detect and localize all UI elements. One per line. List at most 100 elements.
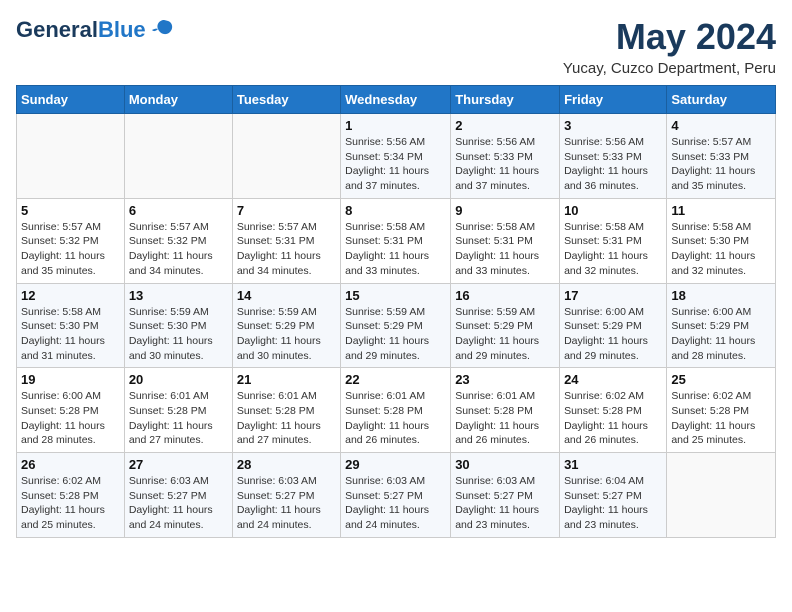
header-sunday: Sunday bbox=[17, 86, 125, 114]
day-details: Sunrise: 6:00 AM Sunset: 5:29 PM Dayligh… bbox=[564, 305, 662, 364]
day-number: 5 bbox=[21, 203, 120, 218]
day-details: Sunrise: 5:58 AM Sunset: 5:31 PM Dayligh… bbox=[455, 220, 555, 279]
week-row-1: 1 Sunrise: 5:56 AM Sunset: 5:34 PM Dayli… bbox=[17, 114, 776, 199]
day-details: Sunrise: 5:59 AM Sunset: 5:30 PM Dayligh… bbox=[129, 305, 228, 364]
day-details: Sunrise: 6:03 AM Sunset: 5:27 PM Dayligh… bbox=[345, 474, 446, 533]
calendar-cell: 20 Sunrise: 6:01 AM Sunset: 5:28 PM Dayl… bbox=[124, 368, 232, 453]
calendar-cell: 30 Sunrise: 6:03 AM Sunset: 5:27 PM Dayl… bbox=[451, 453, 560, 538]
month-title: May 2024 bbox=[563, 16, 776, 58]
day-details: Sunrise: 5:57 AM Sunset: 5:33 PM Dayligh… bbox=[671, 135, 771, 194]
calendar-cell: 31 Sunrise: 6:04 AM Sunset: 5:27 PM Dayl… bbox=[560, 453, 667, 538]
day-number: 14 bbox=[237, 288, 336, 303]
day-number: 11 bbox=[671, 203, 771, 218]
day-number: 31 bbox=[564, 457, 662, 472]
day-number: 23 bbox=[455, 372, 555, 387]
calendar-cell bbox=[232, 114, 340, 199]
location-subtitle: Yucay, Cuzco Department, Peru bbox=[563, 60, 776, 77]
day-number: 24 bbox=[564, 372, 662, 387]
day-number: 27 bbox=[129, 457, 228, 472]
day-number: 3 bbox=[564, 118, 662, 133]
day-details: Sunrise: 5:57 AM Sunset: 5:32 PM Dayligh… bbox=[129, 220, 228, 279]
week-row-2: 5 Sunrise: 5:57 AM Sunset: 5:32 PM Dayli… bbox=[17, 198, 776, 283]
calendar-cell: 11 Sunrise: 5:58 AM Sunset: 5:30 PM Dayl… bbox=[667, 198, 776, 283]
day-number: 20 bbox=[129, 372, 228, 387]
calendar-cell: 4 Sunrise: 5:57 AM Sunset: 5:33 PM Dayli… bbox=[667, 114, 776, 199]
page-header: GeneralBlue May 2024 Yucay, Cuzco Depart… bbox=[16, 16, 776, 77]
calendar-cell: 7 Sunrise: 5:57 AM Sunset: 5:31 PM Dayli… bbox=[232, 198, 340, 283]
header-thursday: Thursday bbox=[451, 86, 560, 114]
day-details: Sunrise: 5:59 AM Sunset: 5:29 PM Dayligh… bbox=[455, 305, 555, 364]
week-row-4: 19 Sunrise: 6:00 AM Sunset: 5:28 PM Dayl… bbox=[17, 368, 776, 453]
day-details: Sunrise: 5:57 AM Sunset: 5:32 PM Dayligh… bbox=[21, 220, 120, 279]
calendar-cell: 15 Sunrise: 5:59 AM Sunset: 5:29 PM Dayl… bbox=[341, 283, 451, 368]
day-details: Sunrise: 5:59 AM Sunset: 5:29 PM Dayligh… bbox=[345, 305, 446, 364]
header-monday: Monday bbox=[124, 86, 232, 114]
calendar-cell: 24 Sunrise: 6:02 AM Sunset: 5:28 PM Dayl… bbox=[560, 368, 667, 453]
day-number: 10 bbox=[564, 203, 662, 218]
day-details: Sunrise: 6:04 AM Sunset: 5:27 PM Dayligh… bbox=[564, 474, 662, 533]
day-number: 22 bbox=[345, 372, 446, 387]
day-details: Sunrise: 5:58 AM Sunset: 5:30 PM Dayligh… bbox=[21, 305, 120, 364]
day-details: Sunrise: 5:58 AM Sunset: 5:30 PM Dayligh… bbox=[671, 220, 771, 279]
calendar-cell: 28 Sunrise: 6:03 AM Sunset: 5:27 PM Dayl… bbox=[232, 453, 340, 538]
day-number: 17 bbox=[564, 288, 662, 303]
calendar-cell: 22 Sunrise: 6:01 AM Sunset: 5:28 PM Dayl… bbox=[341, 368, 451, 453]
week-row-3: 12 Sunrise: 5:58 AM Sunset: 5:30 PM Dayl… bbox=[17, 283, 776, 368]
day-number: 12 bbox=[21, 288, 120, 303]
calendar-cell: 26 Sunrise: 6:02 AM Sunset: 5:28 PM Dayl… bbox=[17, 453, 125, 538]
day-details: Sunrise: 6:01 AM Sunset: 5:28 PM Dayligh… bbox=[455, 389, 555, 448]
calendar-cell bbox=[124, 114, 232, 199]
day-number: 6 bbox=[129, 203, 228, 218]
day-number: 30 bbox=[455, 457, 555, 472]
day-details: Sunrise: 6:01 AM Sunset: 5:28 PM Dayligh… bbox=[345, 389, 446, 448]
day-details: Sunrise: 5:58 AM Sunset: 5:31 PM Dayligh… bbox=[345, 220, 446, 279]
day-number: 9 bbox=[455, 203, 555, 218]
logo-blue: Blue bbox=[98, 17, 146, 42]
calendar-cell: 8 Sunrise: 5:58 AM Sunset: 5:31 PM Dayli… bbox=[341, 198, 451, 283]
calendar-cell: 29 Sunrise: 6:03 AM Sunset: 5:27 PM Dayl… bbox=[341, 453, 451, 538]
day-number: 1 bbox=[345, 118, 446, 133]
day-number: 2 bbox=[455, 118, 555, 133]
day-number: 28 bbox=[237, 457, 336, 472]
logo: GeneralBlue bbox=[16, 16, 178, 44]
calendar-cell: 2 Sunrise: 5:56 AM Sunset: 5:33 PM Dayli… bbox=[451, 114, 560, 199]
calendar-cell: 21 Sunrise: 6:01 AM Sunset: 5:28 PM Dayl… bbox=[232, 368, 340, 453]
calendar-table: SundayMondayTuesdayWednesdayThursdayFrid… bbox=[16, 85, 776, 538]
header-saturday: Saturday bbox=[667, 86, 776, 114]
logo-bird-icon bbox=[150, 16, 178, 44]
day-details: Sunrise: 6:03 AM Sunset: 5:27 PM Dayligh… bbox=[455, 474, 555, 533]
calendar-cell: 9 Sunrise: 5:58 AM Sunset: 5:31 PM Dayli… bbox=[451, 198, 560, 283]
day-details: Sunrise: 6:02 AM Sunset: 5:28 PM Dayligh… bbox=[671, 389, 771, 448]
calendar-cell: 6 Sunrise: 5:57 AM Sunset: 5:32 PM Dayli… bbox=[124, 198, 232, 283]
day-number: 25 bbox=[671, 372, 771, 387]
header-tuesday: Tuesday bbox=[232, 86, 340, 114]
day-number: 19 bbox=[21, 372, 120, 387]
calendar-cell bbox=[667, 453, 776, 538]
calendar-cell: 19 Sunrise: 6:00 AM Sunset: 5:28 PM Dayl… bbox=[17, 368, 125, 453]
calendar-cell: 5 Sunrise: 5:57 AM Sunset: 5:32 PM Dayli… bbox=[17, 198, 125, 283]
calendar-cell: 1 Sunrise: 5:56 AM Sunset: 5:34 PM Dayli… bbox=[341, 114, 451, 199]
week-row-5: 26 Sunrise: 6:02 AM Sunset: 5:28 PM Dayl… bbox=[17, 453, 776, 538]
day-number: 16 bbox=[455, 288, 555, 303]
day-number: 21 bbox=[237, 372, 336, 387]
calendar-cell: 27 Sunrise: 6:03 AM Sunset: 5:27 PM Dayl… bbox=[124, 453, 232, 538]
header-friday: Friday bbox=[560, 86, 667, 114]
day-details: Sunrise: 6:02 AM Sunset: 5:28 PM Dayligh… bbox=[21, 474, 120, 533]
calendar-cell: 25 Sunrise: 6:02 AM Sunset: 5:28 PM Dayl… bbox=[667, 368, 776, 453]
calendar-cell bbox=[17, 114, 125, 199]
day-details: Sunrise: 5:57 AM Sunset: 5:31 PM Dayligh… bbox=[237, 220, 336, 279]
day-details: Sunrise: 6:03 AM Sunset: 5:27 PM Dayligh… bbox=[129, 474, 228, 533]
day-details: Sunrise: 5:56 AM Sunset: 5:33 PM Dayligh… bbox=[564, 135, 662, 194]
day-number: 15 bbox=[345, 288, 446, 303]
calendar-cell: 18 Sunrise: 6:00 AM Sunset: 5:29 PM Dayl… bbox=[667, 283, 776, 368]
day-number: 18 bbox=[671, 288, 771, 303]
header-wednesday: Wednesday bbox=[341, 86, 451, 114]
calendar-cell: 10 Sunrise: 5:58 AM Sunset: 5:31 PM Dayl… bbox=[560, 198, 667, 283]
day-details: Sunrise: 6:01 AM Sunset: 5:28 PM Dayligh… bbox=[237, 389, 336, 448]
day-details: Sunrise: 6:01 AM Sunset: 5:28 PM Dayligh… bbox=[129, 389, 228, 448]
calendar-cell: 12 Sunrise: 5:58 AM Sunset: 5:30 PM Dayl… bbox=[17, 283, 125, 368]
day-details: Sunrise: 6:02 AM Sunset: 5:28 PM Dayligh… bbox=[564, 389, 662, 448]
calendar-header-row: SundayMondayTuesdayWednesdayThursdayFrid… bbox=[17, 86, 776, 114]
calendar-cell: 14 Sunrise: 5:59 AM Sunset: 5:29 PM Dayl… bbox=[232, 283, 340, 368]
day-details: Sunrise: 5:58 AM Sunset: 5:31 PM Dayligh… bbox=[564, 220, 662, 279]
